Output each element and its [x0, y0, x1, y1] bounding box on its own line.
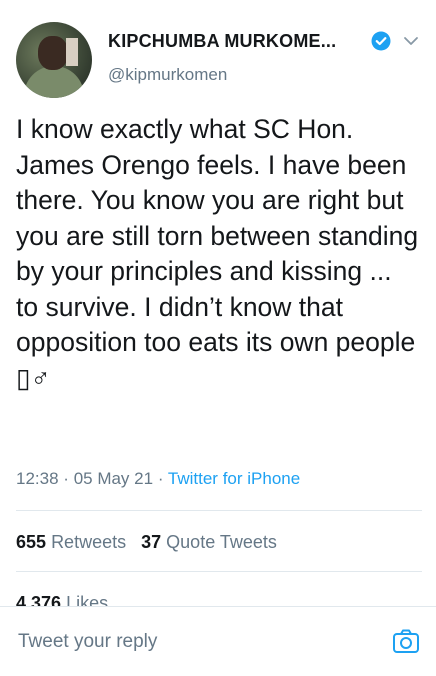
verified-badge-icon: [371, 31, 391, 51]
tweet-date: 05 May 21: [73, 469, 154, 488]
likes-stat[interactable]: 4,376 Likes: [16, 584, 316, 606]
quote-tweets-stat[interactable]: 37 Quote Tweets: [141, 532, 277, 552]
camera-icon[interactable]: [392, 627, 420, 655]
tweet-source-link[interactable]: Twitter for iPhone: [168, 469, 300, 488]
avatar-face: [38, 36, 68, 70]
avatar-badge: [66, 38, 78, 66]
quotes-count: 37: [141, 532, 162, 552]
engagement-stats: 655 Retweets 37 Quote Tweets: [16, 532, 277, 553]
avatar[interactable]: [16, 22, 92, 98]
tweet-header: KIPCHUMBA MURKOME... @kipmurkomen: [0, 0, 436, 110]
avatar-shirt: [24, 66, 84, 98]
tweet-meta: 12:38 · 05 May 21 · Twitter for iPhone: [16, 469, 300, 489]
retweets-stat[interactable]: 655 Retweets: [16, 532, 126, 552]
tweet-text: I know exactly what SC Hon. James Orengo…: [16, 114, 419, 393]
likes-count: 4,376: [16, 593, 62, 606]
chevron-down-icon[interactable]: [402, 32, 420, 50]
reply-bar: Tweet your reply: [0, 606, 436, 676]
meta-separator: ·: [63, 469, 69, 488]
author-name[interactable]: KIPCHUMBA MURKOME...: [108, 31, 336, 52]
reply-input[interactable]: Tweet your reply: [18, 631, 157, 653]
author-handle[interactable]: @kipmurkomen: [108, 65, 227, 85]
divider: [16, 571, 422, 572]
meta-separator: ·: [157, 469, 164, 488]
retweets-label: Retweets: [51, 532, 127, 552]
tweet-time: 12:38: [16, 469, 59, 488]
quotes-label: Quote Tweets: [166, 532, 277, 552]
retweets-count: 655: [16, 532, 47, 552]
likes-label: Likes: [66, 593, 109, 606]
divider: [16, 510, 422, 511]
